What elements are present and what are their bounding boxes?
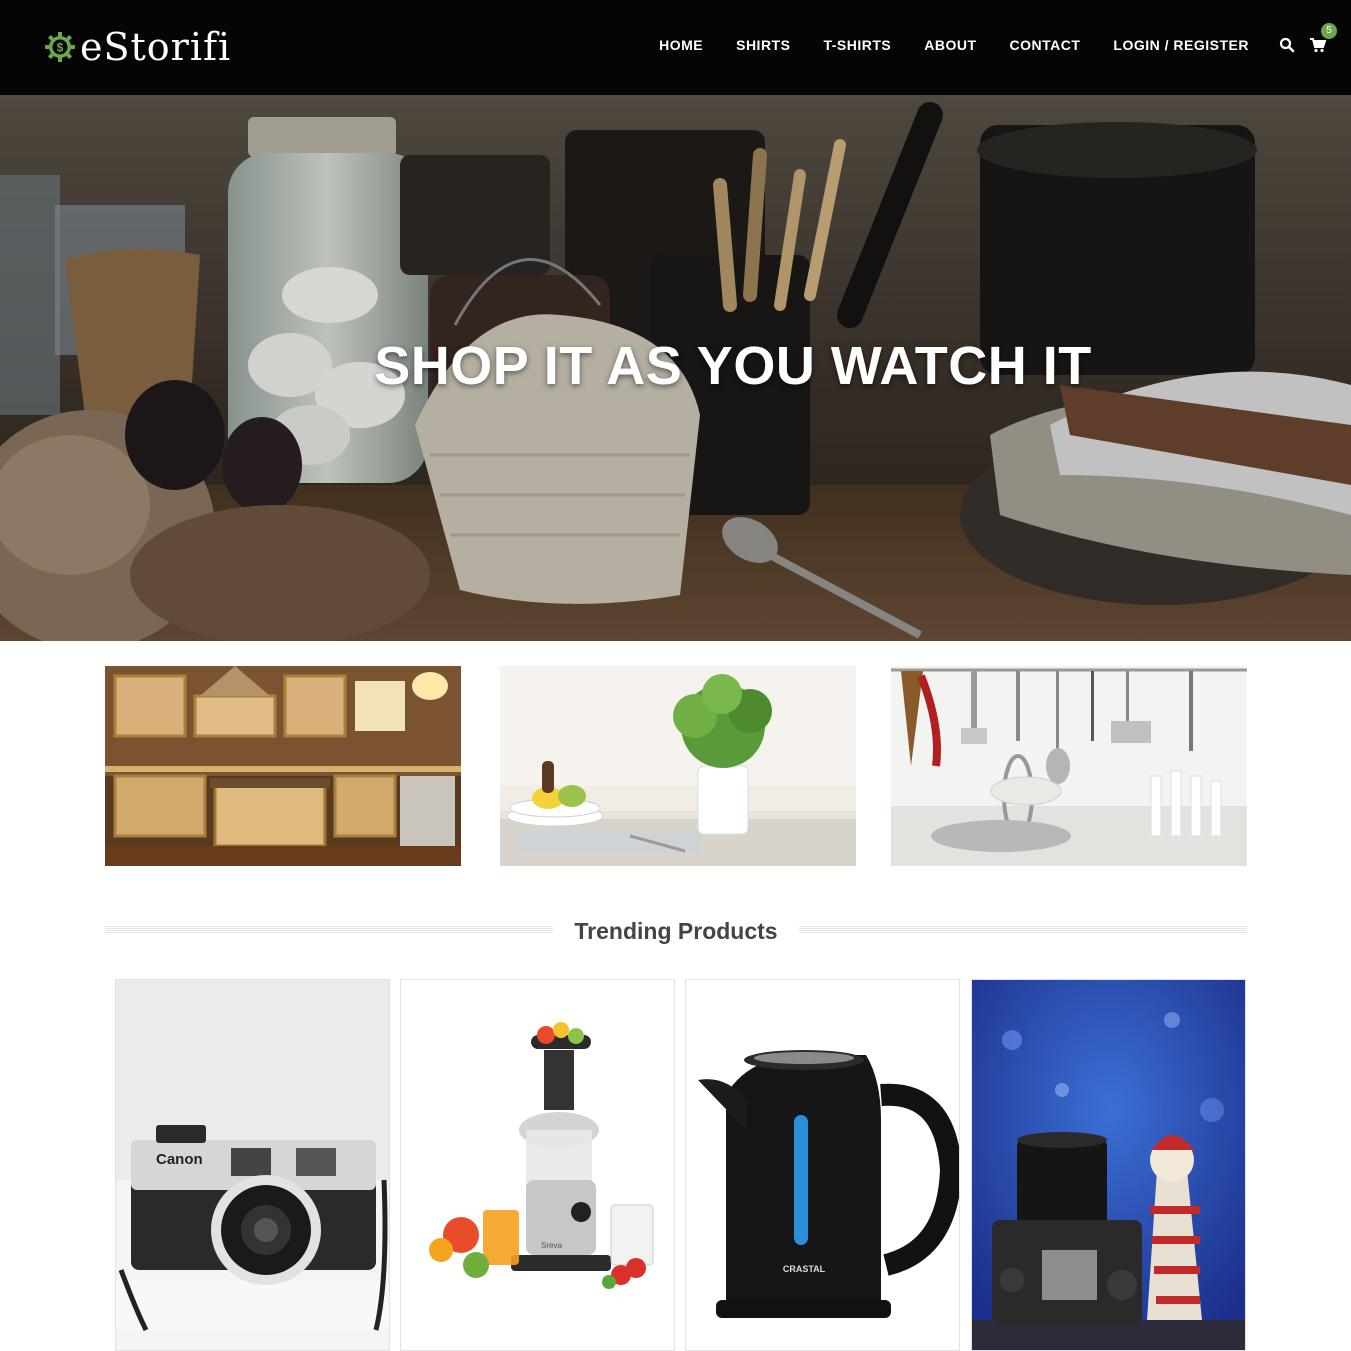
- product-card[interactable]: Sreva: [400, 979, 675, 1351]
- main-nav: HOME SHIRTS T-SHIRTS ABOUT CONTACT LOGIN…: [626, 23, 1337, 53]
- nav-about[interactable]: ABOUT: [924, 37, 976, 53]
- category-tile-utensils[interactable]: [891, 666, 1247, 866]
- juicer-brand-label: Sreva: [541, 1241, 562, 1250]
- product-card[interactable]: [971, 979, 1246, 1351]
- category-tile-dining[interactable]: [500, 666, 856, 866]
- dollar-gear-icon: $: [45, 32, 75, 62]
- kettle-image: CRASTAL: [686, 980, 959, 1350]
- category-tile-kitchen[interactable]: [105, 666, 461, 866]
- hero-banner: SHOP IT AS YOU WATCH IT: [0, 95, 1351, 641]
- cart-count-badge: 5: [1321, 23, 1337, 39]
- brand-name: eStorifi: [80, 25, 232, 69]
- kettle-brand-label: CRASTAL: [783, 1264, 826, 1274]
- cart-button[interactable]: 5: [1309, 23, 1337, 53]
- svg-text:$: $: [57, 41, 64, 55]
- nav-shirts[interactable]: SHIRTS: [736, 37, 790, 53]
- nav-login-register[interactable]: LOGIN / REGISTER: [1113, 37, 1249, 53]
- juicer-image: Sreva: [401, 980, 674, 1350]
- site-header: $ eStorifi HOME SHIRTS T-SHIRTS ABOUT CO…: [0, 0, 1351, 95]
- trending-header: Trending Products: [105, 912, 1247, 952]
- nav-t-shirts[interactable]: T-SHIRTS: [823, 37, 891, 53]
- camera-brand-label: Canon: [156, 1151, 203, 1168]
- search-icon[interactable]: [1279, 37, 1295, 53]
- camera-toy-image: [972, 980, 1245, 1350]
- section-title: Trending Products: [574, 918, 778, 944]
- product-card[interactable]: CRASTAL: [685, 979, 960, 1351]
- dining-table-image: [500, 666, 856, 866]
- product-card[interactable]: Canon: [115, 979, 390, 1351]
- hero-title: SHOP IT AS YOU WATCH IT: [374, 336, 1092, 396]
- cart-icon: [1310, 38, 1327, 53]
- logo[interactable]: $ eStorifi: [44, 28, 231, 66]
- camera-image: Canon: [116, 980, 389, 1350]
- kitchen-image: [105, 666, 461, 866]
- nav-home[interactable]: HOME: [659, 37, 703, 53]
- nav-contact[interactable]: CONTACT: [1010, 37, 1081, 53]
- kitchen-utensils-image: [891, 666, 1247, 866]
